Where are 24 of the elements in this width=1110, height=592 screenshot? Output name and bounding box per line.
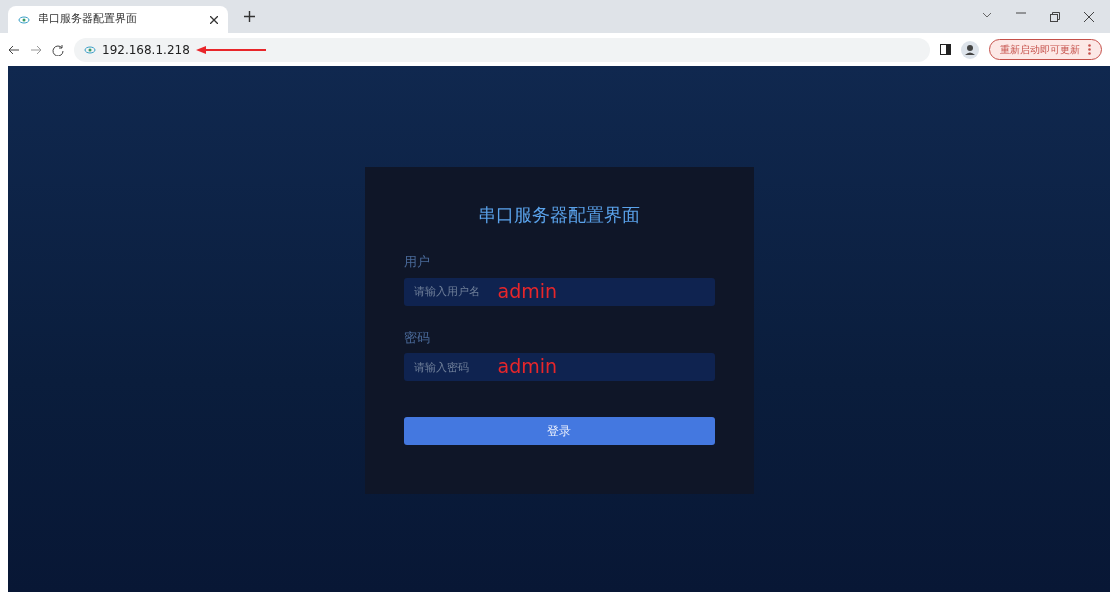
address-bar[interactable]: 192.168.1.218	[74, 37, 930, 62]
site-icon	[84, 45, 96, 54]
annotation-text: admin	[497, 354, 558, 378]
browser-tab[interactable]: 串口服务器配置界面	[8, 6, 228, 33]
reload-icon[interactable]	[52, 43, 64, 56]
forward-arrow-icon[interactable]	[30, 44, 42, 55]
back-arrow-icon[interactable]	[8, 44, 20, 55]
update-button[interactable]: 重新启动即可更新	[989, 39, 1102, 60]
close-icon[interactable]	[1084, 11, 1094, 22]
site-icon	[18, 15, 30, 24]
arrow-annotation	[195, 45, 266, 54]
restore-icon[interactable]	[1050, 11, 1060, 22]
new-tab-icon[interactable]	[244, 11, 255, 22]
field-label: 用户	[403, 253, 431, 271]
annotation-text: admin	[497, 278, 558, 303]
side-panel-icon[interactable]	[940, 44, 951, 55]
profile-icon[interactable]	[961, 40, 979, 59]
more-menu-icon[interactable]	[1088, 44, 1091, 55]
field-label: 密码	[403, 328, 431, 347]
close-tab-icon[interactable]	[210, 15, 218, 24]
login-title: 串口服务器配置界面	[477, 203, 641, 227]
login-button[interactable]: 登录	[403, 417, 715, 445]
chevron-down-icon[interactable]	[982, 11, 992, 18]
url-text: 192.168.1.218	[102, 41, 190, 59]
